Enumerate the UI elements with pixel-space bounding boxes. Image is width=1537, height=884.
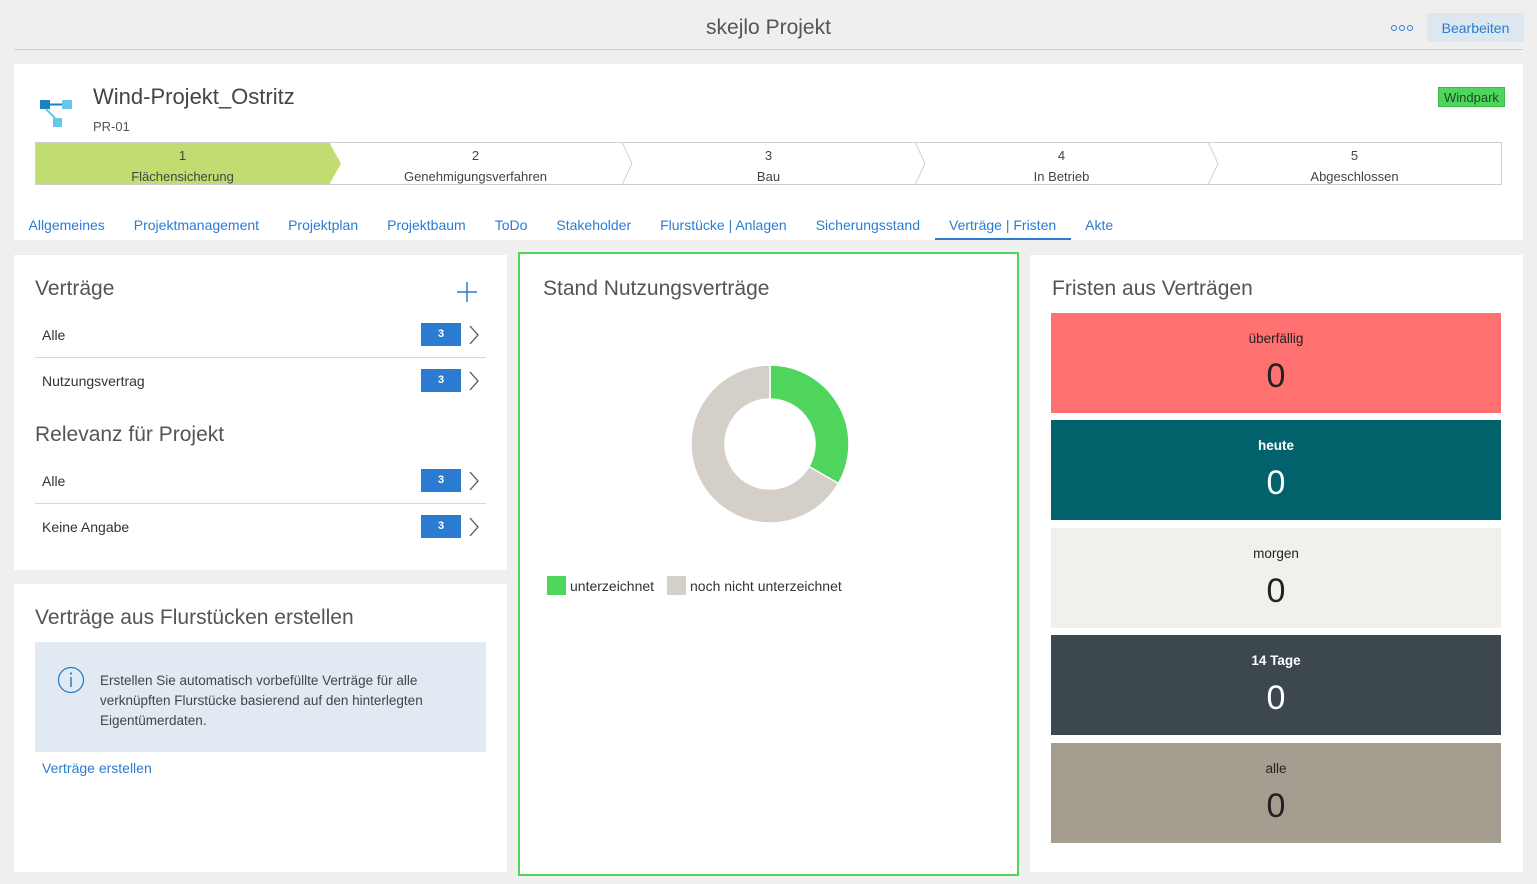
tab-projektplan[interactable]: Projektplan [274, 213, 373, 240]
list-item-label: Nutzungsvertrag [42, 373, 145, 389]
stage-5[interactable]: 5 Abgeschlossen [1208, 143, 1501, 184]
chevron-right-icon [1208, 142, 1219, 185]
stage-1[interactable]: 1 Flächensicherung [36, 142, 341, 185]
tab-projektbaum[interactable]: Projektbaum [373, 213, 481, 240]
legend-item-unsigned[interactable]: noch nicht unterzeichnet [667, 576, 842, 595]
project-type-tag: Windpark [1438, 87, 1505, 107]
donut-chart [690, 364, 850, 524]
list-item[interactable]: Alle 3 [35, 312, 486, 358]
deadlines-panel: Fristen aus Verträgen überfällig 0 heute… [1030, 255, 1523, 872]
stage-3[interactable]: 3 Bau [622, 142, 926, 185]
tile-value: 0 [1266, 464, 1286, 502]
stage-label: Genehmigungsverfahren [403, 169, 548, 184]
chevron-right-icon [329, 142, 341, 185]
deadline-tile-14-days[interactable]: 14 Tage 0 [1051, 635, 1501, 735]
tile-value: 0 [1266, 679, 1286, 717]
list-item-label: Keine Angabe [42, 519, 130, 535]
stage-number: 2 [471, 148, 480, 163]
count-badge: 3 [421, 469, 461, 492]
tab-allgemeines[interactable]: Allgemeines [14, 213, 119, 240]
tile-value: 0 [1266, 787, 1286, 825]
chevron-right-icon [469, 371, 479, 391]
stage-progress: 1 Flächensicherung 2 Genehmigungsverfahr… [35, 142, 1502, 185]
stage-label: In Betrieb [1033, 169, 1090, 184]
tab-projektmanagement[interactable]: Projektmanagement [119, 213, 273, 240]
chevron-right-icon [469, 325, 479, 345]
legend-label: noch nicht unterzeichnet [690, 577, 842, 594]
stage-number: 3 [764, 148, 773, 163]
stage-4[interactable]: 4 In Betrieb [915, 142, 1219, 185]
list-item[interactable]: Alle 3 [35, 458, 486, 504]
chevron-right-icon [915, 142, 926, 185]
project-tree-icon [40, 100, 72, 127]
tab-flurstuecke-anlagen[interactable]: Flurstücke | Anlagen [646, 213, 802, 240]
chart-title: Stand Nutzungsverträge [543, 277, 770, 300]
add-contract-icon[interactable] [456, 281, 478, 303]
relevance-title: Relevanz für Projekt [35, 423, 225, 446]
stage-label: Flächensicherung [131, 169, 234, 184]
deadline-tile-today[interactable]: heute 0 [1051, 420, 1501, 520]
tile-label: überfällig [1248, 331, 1304, 346]
contract-status-panel: Stand Nutzungsverträge unterzeichnet noc… [518, 252, 1019, 876]
project-name: Wind-Projekt_Ostritz [93, 84, 295, 109]
legend-item-signed[interactable]: unterzeichnet [547, 576, 654, 595]
tab-akte[interactable]: Akte [1071, 213, 1128, 240]
stage-number: 4 [1057, 148, 1066, 163]
tab-stakeholder[interactable]: Stakeholder [542, 213, 646, 240]
chevron-right-icon [469, 471, 479, 491]
legend-swatch [667, 576, 686, 595]
tab-sicherungsstand[interactable]: Sicherungsstand [801, 213, 934, 240]
edit-button[interactable]: Bearbeiten [1427, 13, 1524, 42]
list-item-label: Alle [42, 473, 66, 489]
tile-label: heute [1257, 438, 1294, 453]
create-contracts-title: Verträge aus Flurstücken erstellen [35, 606, 354, 629]
legend-swatch [547, 576, 566, 595]
stage-label: Abgeschlossen [1310, 169, 1399, 184]
list-item-label: Alle [42, 327, 66, 343]
count-badge: 3 [421, 515, 461, 538]
list-item[interactable]: Nutzungsvertrag 3 [35, 358, 486, 404]
tab-todo[interactable]: ToDo [480, 213, 542, 240]
contracts-panel: Verträge Alle 3 Nutzungsvertrag 3 Releva… [14, 255, 507, 570]
info-text: Erstellen Sie automatisch vorbefüllte Ve… [100, 673, 423, 728]
legend-label: unterzeichnet [570, 577, 655, 594]
project-header: Wind-Projekt_Ostritz PR-01 Windpark 1 Fl… [14, 64, 1523, 240]
donut-slice-0[interactable] [769, 364, 850, 485]
contracts-title: Verträge [35, 277, 115, 300]
chevron-right-icon [469, 517, 479, 537]
chevron-right-icon [622, 142, 633, 185]
list-item[interactable]: Keine Angabe 3 [35, 504, 486, 550]
tile-label: 14 Tage [1251, 653, 1301, 668]
more-icon[interactable] [1388, 14, 1416, 42]
app-title: skejlo Projekt [706, 16, 831, 39]
top-bar: skejlo Projekt Bearbeiten [14, 0, 1524, 50]
info-box: Erstellen Sie automatisch vorbefüllte Ve… [35, 642, 486, 752]
count-badge: 3 [421, 323, 461, 346]
create-contracts-panel: Verträge aus Flurstücken erstellen Erste… [14, 584, 507, 872]
project-id: PR-01 [93, 119, 130, 134]
deadline-tile-overdue[interactable]: überfällig 0 [1051, 313, 1501, 413]
tile-value: 0 [1266, 572, 1286, 610]
info-icon [57, 666, 85, 694]
stage-2[interactable]: 2 Genehmigungsverfahren [329, 142, 633, 185]
deadlines-title: Fristen aus Verträgen [1052, 277, 1253, 300]
project-tabs: Allgemeines Projektmanagement Projektpla… [14, 213, 1128, 240]
deadline-tile-tomorrow[interactable]: morgen 0 [1051, 528, 1501, 628]
stage-label: Bau [756, 169, 781, 184]
tab-vertraege-fristen[interactable]: Verträge | Fristen [934, 213, 1071, 240]
stage-number: 1 [178, 148, 187, 163]
tile-value: 0 [1266, 357, 1286, 395]
stage-number: 5 [1350, 148, 1359, 163]
tile-label: morgen [1253, 546, 1299, 561]
create-contracts-link[interactable]: Verträge erstellen [42, 760, 152, 776]
tile-label: alle [1265, 761, 1287, 776]
deadline-tile-all[interactable]: alle 0 [1051, 743, 1501, 843]
count-badge: 3 [421, 369, 461, 392]
